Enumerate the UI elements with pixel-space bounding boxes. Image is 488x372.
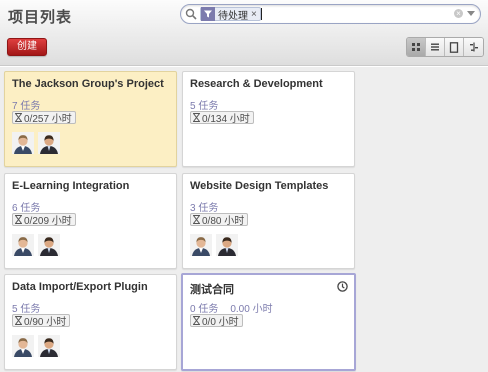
hours-value: 0/90 小时 (24, 317, 67, 328)
filter-icon (201, 7, 215, 21)
clear-search-icon[interactable]: × (454, 9, 463, 18)
hours-badge: 0/209 小时 (12, 213, 76, 227)
avatar[interactable] (12, 335, 34, 357)
hours-value: 0/257 小时 (24, 114, 72, 125)
search-facet: 待处理 × (200, 7, 261, 22)
facet-remove-icon[interactable]: × (251, 9, 257, 20)
list-icon (431, 43, 439, 51)
hourglass-icon (15, 215, 22, 224)
project-card[interactable]: 测试合同 0 任务 0.00 小时 0/0 小时 (181, 273, 356, 371)
project-name[interactable]: Website Design Templates (190, 180, 328, 192)
project-name[interactable]: Research & Development (190, 78, 323, 90)
hourglass-icon (193, 113, 200, 122)
avatar[interactable] (12, 132, 34, 154)
hours-value: 0/80 小时 (202, 216, 245, 227)
project-card[interactable]: Website Design Templates 3 任务 0/80 小时 (182, 173, 355, 269)
search-icon (185, 8, 197, 20)
member-avatars (12, 234, 60, 256)
project-card[interactable]: The Jackson Group's Project 7 任务 0/257 小… (4, 71, 177, 167)
project-name[interactable]: The Jackson Group's Project (12, 78, 164, 90)
kanban-view-button[interactable] (407, 38, 426, 56)
form-view-button[interactable] (445, 38, 464, 56)
project-card[interactable]: E-Learning Integration 6 任务 0/209 小时 (4, 173, 177, 269)
create-button[interactable]: 创建 (7, 38, 47, 56)
text-cursor (261, 8, 262, 20)
hourglass-icon (15, 316, 22, 325)
kanban-icon (412, 43, 420, 51)
view-switcher (406, 37, 484, 57)
hourglass-icon (193, 316, 200, 325)
control-panel: 项目列表 待处理 × × 创建 (0, 0, 488, 66)
member-avatars (12, 335, 60, 357)
list-view-button[interactable] (426, 38, 445, 56)
facet-label: 待处理 (218, 10, 248, 22)
avatar[interactable] (12, 234, 34, 256)
avatar[interactable] (190, 234, 212, 256)
hours-value: 0/209 小时 (24, 216, 72, 227)
hours-badge: 0/134 小时 (190, 111, 254, 125)
avatar[interactable] (38, 234, 60, 256)
hourglass-icon (193, 215, 200, 224)
avatar[interactable] (216, 234, 238, 256)
hours-value: 0/0 小时 (202, 317, 239, 328)
hours-value: 0/134 小时 (202, 114, 250, 125)
member-avatars (190, 234, 238, 256)
kanban-board: The Jackson Group's Project 7 任务 0/257 小… (0, 67, 488, 372)
hours-badge: 0/80 小时 (190, 213, 249, 227)
project-name[interactable]: 测试合同 (190, 281, 234, 297)
member-avatars (12, 132, 60, 154)
form-icon (449, 41, 459, 53)
search-dropdown-icon[interactable] (467, 11, 475, 16)
project-name[interactable]: Data Import/Export Plugin (12, 281, 148, 293)
project-card[interactable]: Data Import/Export Plugin 5 任务 0/90 小时 (4, 274, 177, 370)
hours-badge: 0/0 小时 (190, 314, 243, 328)
gantt-view-button[interactable] (464, 38, 483, 56)
clock-icon[interactable] (337, 281, 348, 292)
gantt-icon (469, 42, 478, 52)
project-card[interactable]: Research & Development 5 任务 0/134 小时 (182, 71, 355, 167)
project-name[interactable]: E-Learning Integration (12, 180, 129, 192)
page-title: 项目列表 (8, 9, 73, 26)
search-bar[interactable]: 待处理 × × (180, 4, 481, 24)
hours-badge: 0/257 小时 (12, 111, 76, 125)
hours-badge: 0/90 小时 (12, 314, 71, 328)
hourglass-icon (15, 113, 22, 122)
avatar[interactable] (38, 132, 60, 154)
avatar[interactable] (38, 335, 60, 357)
